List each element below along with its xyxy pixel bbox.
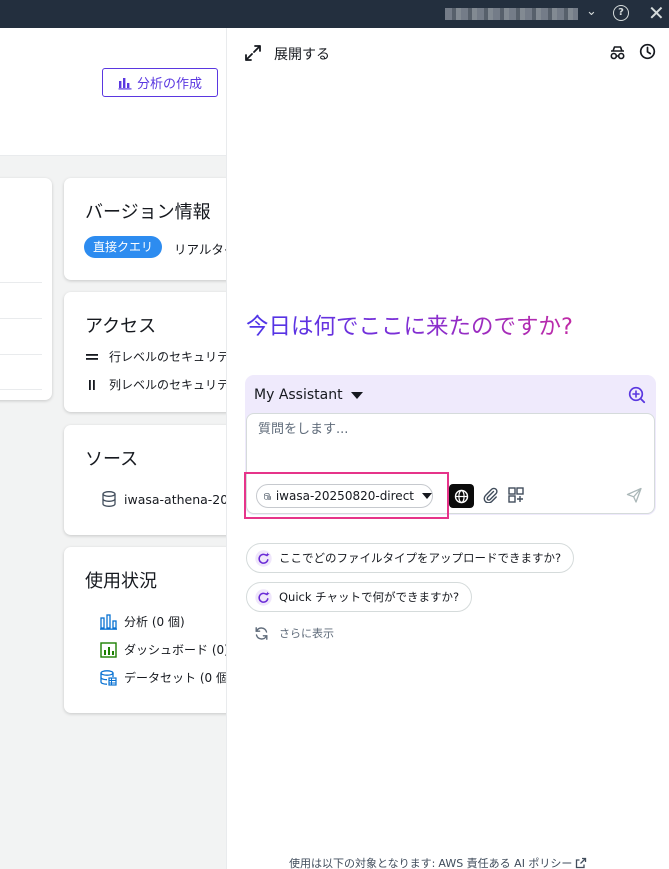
caret-down-icon: [422, 493, 432, 499]
suggestion-file-types[interactable]: ここでどのファイルタイプをアップロードできますか?: [246, 543, 575, 573]
create-analysis-button[interactable]: 分析の作成: [102, 68, 218, 97]
source-card: ソース iwasa-athena-2025: [64, 425, 226, 535]
suggestion-quick-chat-label: Quick チャットで何ができますか?: [279, 590, 460, 604]
paperclip-icon[interactable]: [482, 487, 498, 503]
external-link-icon[interactable]: [575, 857, 587, 869]
spy-icon[interactable]: [609, 44, 626, 61]
dataset-detail-page: 分析の作成 バージョン情報 直接クエリ リアルタイ アクセス 行レベルのセキュリ…: [0, 28, 226, 869]
access-card: アクセス 行レベルのセキュリティ 列レベルのセキュリティ: [64, 292, 226, 412]
source-title: ソース: [85, 449, 139, 470]
bar-chart-icon: [118, 77, 132, 89]
dashboard-icon: [100, 641, 117, 658]
expand-button[interactable]: 展開する: [274, 44, 330, 64]
welcome-heading: 今日は何でここに来たのですか?: [246, 309, 573, 341]
sparkle-icon: [255, 549, 272, 567]
add-chat-icon[interactable]: [628, 386, 646, 404]
rows-icon: [86, 353, 98, 360]
usage-dashboard[interactable]: ダッシュボード (0): [100, 641, 226, 658]
caret-down-icon: [350, 391, 363, 399]
realtime-text: リアルタイ: [174, 242, 226, 257]
policy-link[interactable]: AWS 責任ある AI ポリシー: [438, 855, 572, 869]
direct-query-badge: 直接クエリ: [84, 236, 163, 258]
row-level-security-label: 行レベルのセキュリティ: [109, 350, 226, 364]
columns-icon: [89, 379, 95, 390]
globe-icon: [454, 489, 469, 503]
assistant-panel: 展開する 今日は何でここに来たのですか? My Assistant iwasa-…: [226, 28, 669, 869]
sparkle-icon: [255, 588, 272, 606]
dataset-selector[interactable]: iwasa-20250820-direct: [256, 484, 433, 508]
access-title: アクセス: [85, 316, 157, 337]
column-level-security-label: 列レベルのセキュリティ: [109, 378, 226, 392]
dataset-name: iwasa-20250820-direct: [275, 489, 414, 503]
assistant-selector[interactable]: My Assistant: [254, 387, 363, 403]
send-icon[interactable]: [626, 487, 642, 503]
version-title: バージョン情報: [85, 202, 211, 223]
refresh-icon: [255, 626, 268, 640]
chevron-down-icon[interactable]: ⌄: [586, 4, 597, 19]
row-level-security[interactable]: 行レベルのセキュリティ: [86, 348, 226, 365]
usage-title: 使用状況: [85, 571, 157, 592]
usage-analysis-label: 分析 (0 個): [124, 615, 185, 629]
question-input[interactable]: [258, 422, 638, 437]
suggestion-quick-chat[interactable]: Quick チャットで何ができますか?: [246, 582, 473, 612]
source-item[interactable]: iwasa-athena-2025: [102, 491, 226, 507]
page-header: 分析の作成: [0, 28, 226, 156]
source-name: iwasa-athena-2025: [124, 491, 226, 507]
grid-plus-icon[interactable]: [508, 487, 524, 503]
dataset-stack-icon: [100, 669, 117, 686]
version-card: バージョン情報 直接クエリ リアルタイ: [64, 178, 226, 280]
database-icon: [102, 491, 116, 507]
usage-card: 使用状況 分析 (0 個) ダッシュボード (0) データセット (0 個: [64, 547, 226, 713]
show-more-button[interactable]: さらに表示: [254, 625, 334, 641]
web-search-toggle[interactable]: [449, 484, 474, 508]
partial-card: [0, 178, 52, 400]
policy-footer: 使用は以下の対象となります: AWS 責任ある AI ポリシー: [289, 855, 587, 869]
dataset-icon: [264, 492, 271, 500]
expand-icon[interactable]: [244, 44, 262, 62]
close-icon[interactable]: ✕: [648, 1, 665, 25]
suggestion-file-types-label: ここでどのファイルタイプをアップロードできますか?: [279, 551, 562, 565]
top-bar: ⌄ ? ✕: [0, 0, 669, 28]
usage-analysis[interactable]: 分析 (0 個): [100, 613, 185, 630]
history-icon[interactable]: [639, 43, 656, 60]
help-icon[interactable]: ?: [613, 5, 629, 21]
create-analysis-label: 分析の作成: [136, 77, 202, 92]
welcome-heading-text: 今日は何でここに来たのですか?: [246, 314, 573, 340]
usage-dataset-label: データセット (0 個: [124, 671, 226, 685]
analysis-icon: [100, 613, 117, 630]
usage-dataset[interactable]: データセット (0 個: [100, 669, 226, 686]
assistant-name: My Assistant: [254, 387, 343, 403]
usage-dashboard-label: ダッシュボード (0): [124, 643, 226, 657]
show-more-label: さらに表示: [279, 627, 334, 640]
footer-text: 使用は以下の対象となります:: [289, 857, 436, 869]
account-name-blurred[interactable]: [445, 8, 578, 20]
column-level-security[interactable]: 列レベルのセキュリティ: [86, 376, 226, 393]
